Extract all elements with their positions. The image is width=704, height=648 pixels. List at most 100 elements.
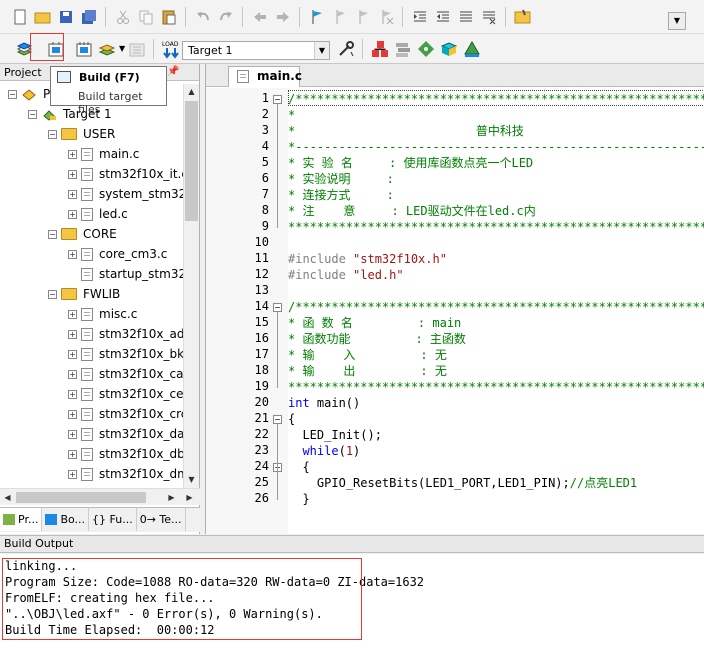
expand-icon[interactable]: + [68, 249, 77, 259]
scrollbar-thumb[interactable] [16, 492, 146, 503]
scrollbar-thumb[interactable] [185, 101, 198, 221]
navigate-back-icon[interactable] [249, 6, 271, 28]
scroll-right-end-icon[interactable]: ▶ [182, 490, 197, 505]
download-icon[interactable]: LOAD [160, 38, 182, 60]
expand-icon[interactable]: + [68, 209, 77, 219]
scroll-down-icon[interactable]: ▼ [184, 472, 199, 487]
file-extensions-icon[interactable] [392, 38, 414, 60]
tree-group-user[interactable]: − USER [48, 124, 115, 144]
clear-bookmarks-icon[interactable] [375, 6, 397, 28]
copy-icon[interactable] [135, 6, 157, 28]
tree-file[interactable]: + stm32f10x_can [68, 364, 191, 384]
tree-file[interactable]: + core_cm3.c [68, 244, 167, 264]
batch-build-icon[interactable] [96, 38, 118, 60]
select-packs-icon[interactable] [415, 38, 437, 60]
code-line: ****************************************… [288, 380, 704, 394]
tree-file[interactable]: + stm32f10x_cec [68, 384, 190, 404]
fold-toggle-icon[interactable]: − [273, 95, 282, 104]
pin-icon[interactable]: 📌 [167, 66, 179, 77]
tab-main-c[interactable]: main.c [228, 66, 302, 87]
chevron-down-icon[interactable]: ▼ [314, 42, 329, 59]
tree-file[interactable]: + stm32f10x_it.c [68, 164, 188, 184]
expand-icon[interactable]: + [68, 469, 77, 479]
tree-vertical-scrollbar[interactable]: ▲ ▼ [183, 84, 199, 488]
scroll-right-icon[interactable]: ▶ [164, 490, 179, 505]
fold-toggle-icon[interactable]: − [273, 303, 282, 312]
code-line: while(1) [302, 444, 361, 458]
tree-horizontal-scrollbar[interactable]: ◀ ▶ ▶ [0, 488, 200, 505]
expand-icon[interactable]: + [68, 389, 77, 399]
tab-project[interactable]: Pr... [0, 508, 43, 531]
collapse-icon[interactable]: − [48, 129, 57, 139]
code-line: #include "stm32f10x.h" [288, 252, 447, 266]
expand-icon[interactable]: + [68, 149, 77, 159]
collapse-icon[interactable]: − [48, 289, 57, 299]
collapse-icon[interactable]: − [48, 229, 57, 239]
uncomment-icon[interactable] [478, 6, 500, 28]
collapse-icon[interactable]: − [28, 109, 37, 119]
new-file-icon[interactable] [9, 6, 31, 28]
tree-file[interactable]: + stm32f10x_adc [68, 324, 191, 344]
target-select[interactable]: Target 1 ▼ [182, 41, 330, 60]
manage-components-icon[interactable] [369, 38, 391, 60]
tree-file[interactable]: + system_stm32 [68, 184, 186, 204]
expand-icon[interactable]: + [68, 429, 77, 439]
tree-file[interactable]: + stm32f10x_dac [68, 424, 191, 444]
expand-icon[interactable]: + [68, 409, 77, 419]
expand-icon[interactable]: + [68, 169, 77, 179]
indent-icon[interactable] [409, 6, 431, 28]
navigate-forward-icon[interactable] [272, 6, 294, 28]
comment-icon[interactable] [455, 6, 477, 28]
code-line: int main() [288, 396, 361, 410]
batch-build-dropdown-icon[interactable]: ▼ [119, 44, 125, 53]
stop-build-icon[interactable] [126, 38, 148, 60]
expand-icon[interactable]: + [68, 329, 77, 339]
redo-icon[interactable] [215, 6, 237, 28]
expand-icon[interactable]: + [68, 189, 77, 199]
expand-icon[interactable]: + [68, 449, 77, 459]
paste-icon[interactable] [158, 6, 180, 28]
next-bookmark-icon[interactable] [352, 6, 374, 28]
tree-file-label: system_stm32 [99, 187, 187, 201]
tree-file[interactable]: + misc.c [68, 304, 137, 324]
target-options-icon[interactable] [335, 38, 357, 60]
tree-file[interactable]: startup_stm32 [68, 264, 186, 284]
find-in-files-icon[interactable] [512, 6, 534, 28]
bookmark-icon[interactable] [306, 6, 328, 28]
rebuild-icon[interactable] [73, 38, 95, 60]
save-all-icon[interactable] [78, 6, 100, 28]
pack-installer-icon[interactable] [438, 38, 460, 60]
tree-file[interactable]: + stm32f10x_dm [68, 464, 189, 484]
expand-icon[interactable]: + [68, 349, 77, 359]
code-area[interactable]: /***************************************… [288, 88, 704, 534]
tree-file[interactable]: + main.c [68, 144, 139, 164]
run-time-environment-icon[interactable] [461, 38, 483, 60]
code-line: * 注 意 : LED驱动文件在led.c内 [288, 204, 536, 218]
fold-toggle-icon[interactable]: − [273, 415, 282, 424]
line-number: 9 [261, 219, 269, 233]
cut-icon[interactable] [112, 6, 134, 28]
tab-functions[interactable]: {} Fu... [89, 508, 137, 531]
tab-templates[interactable]: 0→ Te... [137, 508, 186, 531]
collapse-icon[interactable]: − [8, 89, 17, 99]
tree-file-label: stm32f10x_adc [99, 327, 192, 341]
code-line: LED_Init(); [288, 428, 382, 442]
expand-icon[interactable]: + [68, 309, 77, 319]
tree-file[interactable]: + stm32f10x_dbg [68, 444, 192, 464]
tree-root[interactable]: − P [8, 84, 50, 104]
prev-bookmark-icon[interactable] [329, 6, 351, 28]
save-icon[interactable] [55, 6, 77, 28]
tree-file[interactable]: + led.c [68, 204, 128, 224]
scroll-up-icon[interactable]: ▲ [184, 84, 199, 99]
unindent-icon[interactable] [432, 6, 454, 28]
tree-group-core[interactable]: − CORE [48, 224, 117, 244]
tab-books[interactable]: Bo... [42, 508, 90, 531]
tree-file[interactable]: + stm32f10x_bkp [68, 344, 192, 364]
tree-group-fwlib[interactable]: − FWLIB [48, 284, 120, 304]
open-folder-icon[interactable] [32, 6, 54, 28]
expand-icon[interactable]: + [68, 369, 77, 379]
config-dropdown-button[interactable]: ▼ [668, 12, 686, 30]
scroll-left-icon[interactable]: ◀ [0, 490, 15, 505]
tree-file[interactable]: + stm32f10x_crc [68, 404, 187, 424]
undo-icon[interactable] [192, 6, 214, 28]
